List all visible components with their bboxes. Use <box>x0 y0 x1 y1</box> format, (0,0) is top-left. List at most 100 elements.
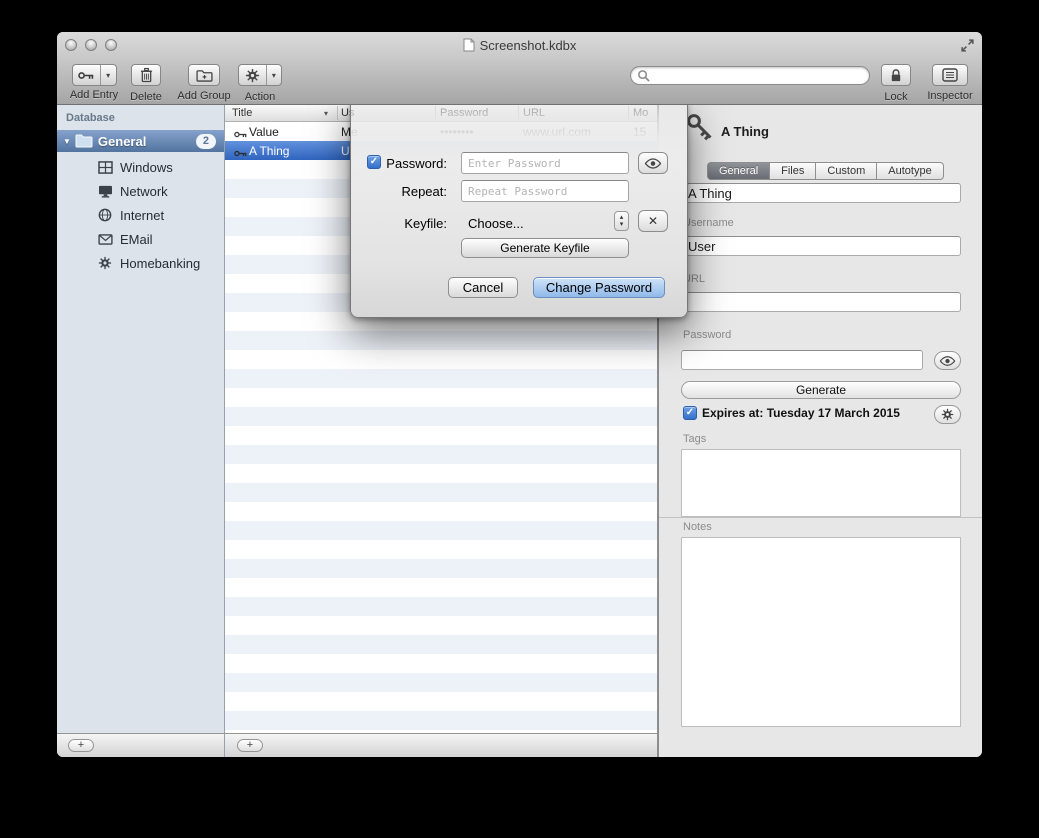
sidebar-item-label: General <box>98 134 146 149</box>
toolbar-item-delete: Delete <box>123 64 169 103</box>
close-icon: ✕ <box>648 214 658 228</box>
sort-indicator-icon: ▾ <box>324 109 328 118</box>
key-icon <box>234 127 247 141</box>
toolbar: ▾ Add Entry Delete Add Group ▾ Action <box>57 58 982 105</box>
sidebar-item-email[interactable]: EMail <box>57 227 224 251</box>
eye-icon <box>939 356 956 366</box>
column-header-title[interactable]: Title <box>232 107 252 119</box>
keyfile-popup-value[interactable]: Choose... <box>468 216 524 231</box>
clear-keyfile-button[interactable]: ✕ <box>638 210 668 232</box>
generate-keyfile-button[interactable]: Generate Keyfile <box>461 238 629 258</box>
sheet-repeat-label: Repeat: <box>351 184 447 199</box>
sidebar-item-label: Network <box>120 184 168 199</box>
notes-label: Notes <box>683 521 712 533</box>
tab-files[interactable]: Files <box>770 162 816 180</box>
tab-autotype[interactable]: Autotype <box>877 162 943 180</box>
chevron-down-icon[interactable]: ▾ <box>267 71 281 80</box>
fullscreen-icon[interactable] <box>960 38 975 53</box>
add-group-plus-button[interactable]: + <box>68 739 94 752</box>
lock-icon <box>890 68 902 83</box>
gear-icon <box>239 65 267 85</box>
delete-label: Delete <box>123 91 169 103</box>
sidebar-item-label: Homebanking <box>120 256 200 271</box>
folder-plus-icon <box>196 69 213 82</box>
repeat-password-input[interactable] <box>461 180 629 202</box>
sidebar-item-network[interactable]: Network <box>57 179 224 203</box>
toolbar-item-lock: Lock <box>877 64 915 103</box>
envelope-icon <box>96 234 114 245</box>
add-entry-label: Add Entry <box>66 89 122 101</box>
chevron-down-icon[interactable]: ▾ <box>101 71 116 80</box>
sidebar-item-label: Windows <box>120 160 173 175</box>
inspector-divider <box>659 517 982 518</box>
titlebar[interactable]: Screenshot.kdbx <box>57 32 982 58</box>
sidebar-item-windows[interactable]: Windows <box>57 155 224 179</box>
screen-background: Screenshot.kdbx ▾ Add Entry Delete Add G… <box>0 0 1039 838</box>
keyfile-popup-stepper[interactable]: ▴ ▾ <box>614 211 629 231</box>
username-label: Username <box>683 217 734 229</box>
expires-checkbox[interactable]: ✓ <box>683 406 697 420</box>
sheet-password-label: Password: <box>351 156 447 171</box>
column-divider[interactable] <box>337 106 338 120</box>
sidebar-header: Database <box>66 112 115 124</box>
key-icon <box>73 65 101 85</box>
inspector-entry-title: A Thing <box>721 124 769 139</box>
lock-button[interactable] <box>881 64 911 86</box>
action-label: Action <box>237 91 283 103</box>
sidebar-bottom-bar: + <box>57 733 225 757</box>
search-input[interactable] <box>630 66 870 85</box>
inspector-tabs: General Files Custom Autotype <box>707 162 944 180</box>
tags-input[interactable] <box>681 449 961 517</box>
stepper-up-icon: ▴ <box>620 214 624 221</box>
tab-custom[interactable]: Custom <box>816 162 877 180</box>
sidebar-item-general[interactable]: ▼ General 2 <box>57 130 224 152</box>
gear-icon <box>941 408 954 421</box>
tab-general[interactable]: General <box>707 162 770 180</box>
notes-input[interactable] <box>681 537 961 727</box>
count-badge: 2 <box>196 134 216 149</box>
new-password-input[interactable] <box>461 152 629 174</box>
action-button[interactable]: ▾ <box>238 64 282 86</box>
toolbar-item-inspector: Inspector <box>923 64 977 102</box>
monitor-icon <box>96 185 114 198</box>
eye-icon <box>644 158 662 169</box>
reveal-password-button[interactable] <box>638 152 668 174</box>
cell-title: A Thing <box>249 144 289 158</box>
inspector-button[interactable] <box>932 64 968 86</box>
title-field[interactable] <box>681 183 961 203</box>
folder-icon <box>75 134 93 148</box>
generate-password-button[interactable]: Generate <box>681 381 961 399</box>
sidebar-item-label: EMail <box>120 232 153 247</box>
window-title-group: Screenshot.kdbx <box>57 32 982 58</box>
sidebar: Database ▼ General 2 Windows Network Int… <box>57 105 225 733</box>
gear-icon <box>96 256 114 270</box>
add-group-button[interactable] <box>188 64 220 86</box>
window-title: Screenshot.kdbx <box>480 38 577 53</box>
disclosure-triangle-icon[interactable]: ▼ <box>63 137 71 146</box>
url-field[interactable] <box>681 292 961 312</box>
sheet-keyfile-label: Keyfile: <box>351 216 447 231</box>
add-entry-plus-button[interactable]: + <box>237 739 263 752</box>
toolbar-item-add-entry: ▾ Add Entry <box>66 64 122 101</box>
sidebar-item-internet[interactable]: Internet <box>57 203 224 227</box>
password-label: Password <box>683 329 731 341</box>
document-icon <box>463 38 475 52</box>
tags-label: Tags <box>683 433 706 445</box>
toolbar-item-action: ▾ Action <box>237 64 283 103</box>
reveal-password-button[interactable] <box>934 351 961 370</box>
cancel-button[interactable]: Cancel <box>448 277 518 298</box>
sidebar-item-homebanking[interactable]: Homebanking <box>57 251 224 275</box>
checkmark-icon: ✓ <box>686 407 694 418</box>
expires-label: Expires at: Tuesday 17 March 2015 <box>702 406 900 420</box>
windows-icon <box>96 161 114 174</box>
add-entry-button[interactable]: ▾ <box>72 64 117 86</box>
list-bottom-bar: + <box>225 733 658 757</box>
username-field[interactable] <box>681 236 961 256</box>
expires-options-button[interactable] <box>934 405 961 424</box>
globe-icon <box>96 208 114 222</box>
delete-button[interactable] <box>131 64 161 86</box>
change-password-button[interactable]: Change Password <box>533 277 665 298</box>
stepper-down-icon: ▾ <box>620 221 624 228</box>
password-field[interactable] <box>681 350 923 370</box>
sidebar-item-label: Internet <box>120 208 164 223</box>
